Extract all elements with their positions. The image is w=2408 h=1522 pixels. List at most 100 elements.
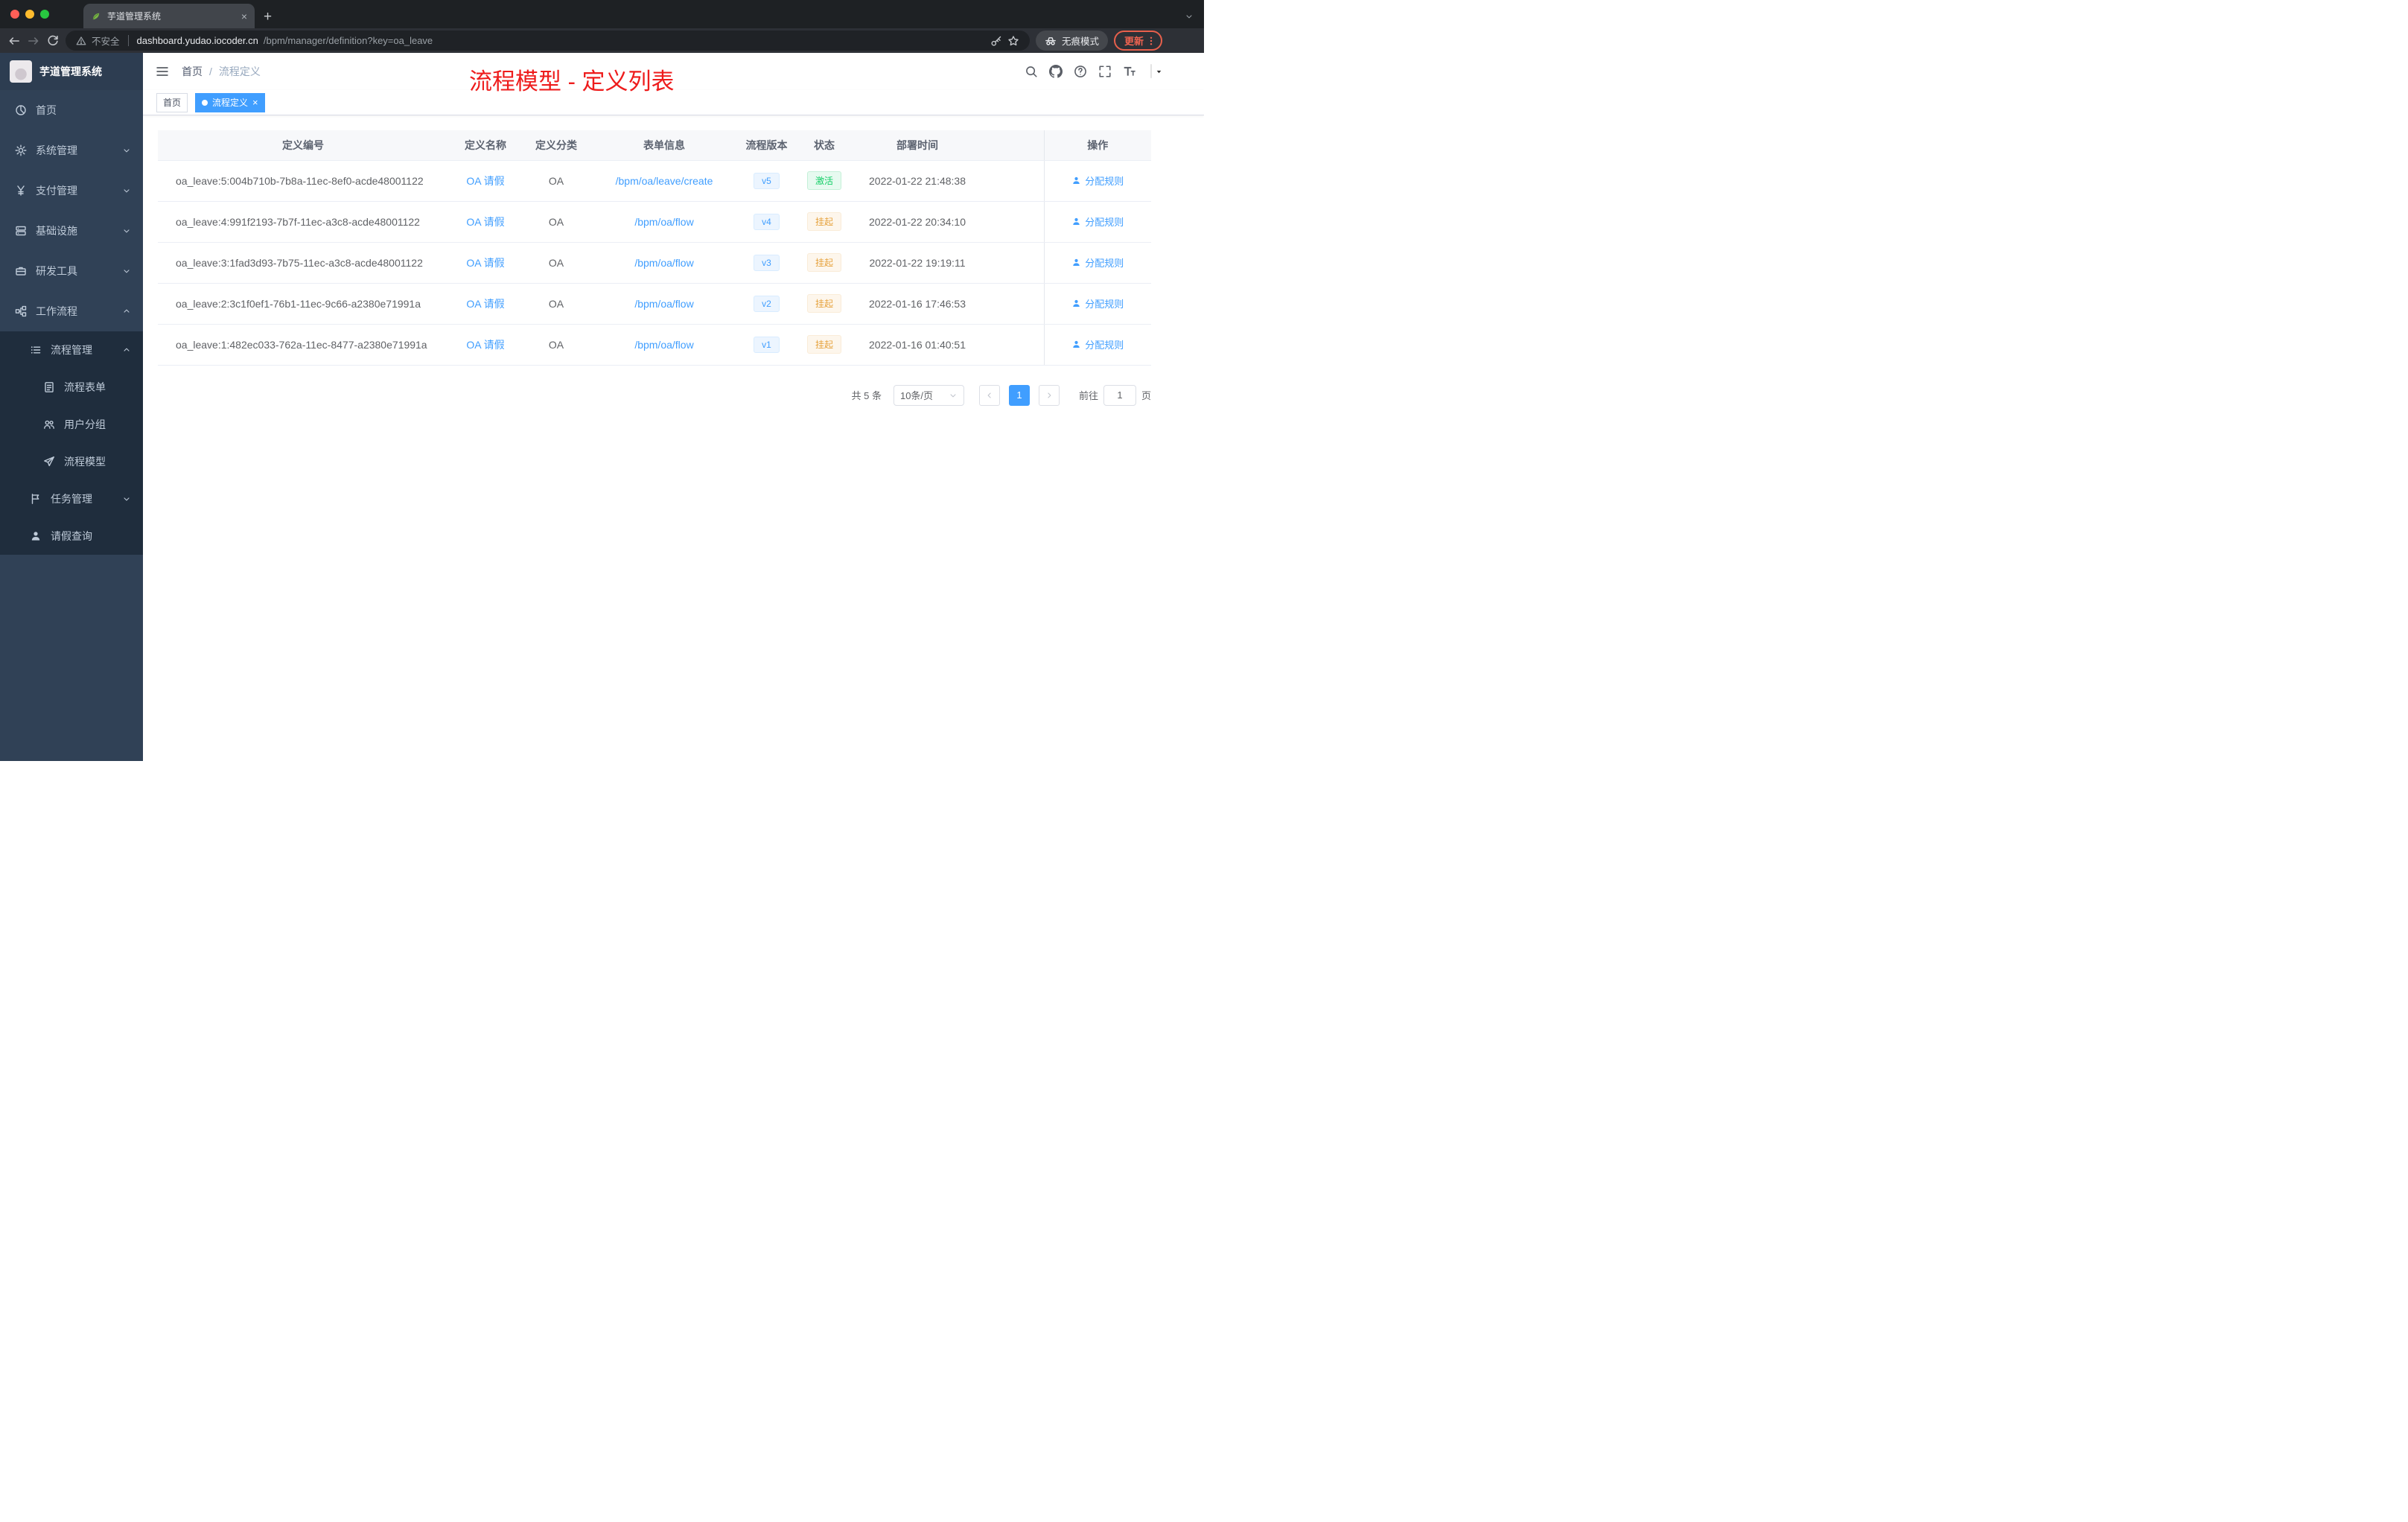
tag-home[interactable]: 首页 bbox=[156, 92, 188, 112]
fullscreen-window-button[interactable] bbox=[40, 10, 49, 19]
pagination: 共 5 条 10条/页 1 前往 页 bbox=[158, 384, 1151, 406]
definition-name-cell: OA 请假 bbox=[448, 242, 523, 284]
form-link[interactable]: /bpm/oa/flow bbox=[634, 298, 693, 310]
status-cell: 挂起 bbox=[794, 201, 854, 243]
sidebar-item[interactable]: 用户分组 bbox=[0, 406, 143, 443]
category-cell: OA bbox=[523, 324, 590, 366]
version-tag: v4 bbox=[754, 213, 780, 230]
omnibox-divider bbox=[127, 35, 129, 46]
select-chevron-down-icon bbox=[949, 391, 958, 400]
question-icon[interactable] bbox=[1074, 65, 1087, 78]
font-size-icon[interactable] bbox=[1123, 65, 1136, 78]
app-logo[interactable]: 芋道管理系统 bbox=[0, 53, 143, 90]
next-page-button[interactable] bbox=[1038, 384, 1060, 406]
definition-name-cell: OA 请假 bbox=[448, 160, 523, 202]
search-icon[interactable] bbox=[1025, 65, 1038, 78]
sidebar-item[interactable]: 请假查询 bbox=[0, 518, 143, 555]
column-header: 状态 bbox=[794, 130, 854, 161]
page-size-select[interactable]: 10条/页 bbox=[893, 384, 964, 406]
deploy-time-cell: 2022-01-16 01:40:51 bbox=[854, 324, 981, 366]
new-tab-button[interactable]: + bbox=[264, 10, 272, 24]
assign-rule-link[interactable]: 分配规则 bbox=[1071, 296, 1124, 311]
user-icon bbox=[1071, 299, 1081, 308]
breadcrumb-separator: / bbox=[209, 66, 212, 77]
definition-name-link[interactable]: OA 请假 bbox=[466, 175, 504, 187]
column-header: 部署时间 bbox=[854, 130, 981, 161]
incognito-badge: 无痕模式 bbox=[1035, 31, 1108, 51]
prev-page-button[interactable] bbox=[978, 384, 1000, 406]
sidebar-item[interactable]: 流程管理 bbox=[0, 331, 143, 369]
tag-close-icon[interactable]: × bbox=[252, 98, 258, 107]
definition-id-cell: oa_leave:2:3c1f0ef1-76b1-11ec-9c66-a2380… bbox=[158, 283, 448, 325]
version-cell: v2 bbox=[739, 283, 794, 325]
user-icon bbox=[30, 530, 42, 542]
dashboard-icon bbox=[15, 104, 27, 116]
url-path: /bpm/manager/definition?key=oa_leave bbox=[263, 35, 433, 46]
assign-rule-link[interactable]: 分配规则 bbox=[1071, 173, 1124, 188]
sidebar-item[interactable]: 系统管理 bbox=[0, 130, 143, 171]
logo-image bbox=[10, 60, 32, 83]
sidebar-item[interactable]: 流程模型 bbox=[0, 443, 143, 480]
definition-name-link[interactable]: OA 请假 bbox=[466, 298, 504, 310]
reload-icon[interactable] bbox=[46, 34, 60, 48]
breadcrumb-home[interactable]: 首页 bbox=[182, 64, 203, 79]
close-window-button[interactable] bbox=[10, 10, 19, 19]
back-icon[interactable] bbox=[7, 34, 21, 48]
goto-page-input[interactable] bbox=[1103, 384, 1136, 406]
version-cell: v3 bbox=[739, 242, 794, 284]
key-icon[interactable] bbox=[990, 35, 1002, 47]
url-host: dashboard.yudao.iocoder.cn bbox=[136, 35, 258, 46]
form-link[interactable]: /bpm/oa/flow bbox=[634, 216, 693, 228]
form-link[interactable]: /bpm/oa/flow bbox=[634, 339, 693, 351]
user-avatar[interactable] bbox=[1150, 64, 1162, 78]
assign-rule-link[interactable]: 分配规则 bbox=[1071, 255, 1124, 270]
forward-icon[interactable] bbox=[27, 34, 40, 48]
update-button[interactable]: 更新 bbox=[1113, 31, 1162, 51]
tag-process-definition[interactable]: 流程定义 × bbox=[195, 92, 265, 112]
chevron-up-icon bbox=[122, 307, 131, 316]
column-header: 流程版本 bbox=[739, 130, 794, 161]
column-header: 操作 bbox=[1044, 130, 1151, 161]
sidebar-item[interactable]: 流程表单 bbox=[0, 369, 143, 406]
star-icon[interactable] bbox=[1007, 35, 1019, 47]
assign-rule-link[interactable]: 分配规则 bbox=[1071, 214, 1124, 229]
sidebar-item[interactable]: 研发工具 bbox=[0, 251, 143, 291]
favicon-leaf-icon bbox=[91, 11, 101, 22]
sidebar-item[interactable]: 支付管理 bbox=[0, 171, 143, 211]
fullscreen-icon[interactable] bbox=[1098, 65, 1112, 78]
column-spacer bbox=[981, 130, 1045, 161]
tab-close-icon[interactable]: × bbox=[241, 11, 247, 22]
status-tag: 激活 bbox=[806, 171, 841, 190]
sidebar-item[interactable]: 任务管理 bbox=[0, 480, 143, 518]
minimize-window-button[interactable] bbox=[25, 10, 34, 19]
form-link[interactable]: /bpm/oa/flow bbox=[634, 257, 693, 269]
page-size-value: 10条/页 bbox=[899, 390, 934, 401]
avatar bbox=[1150, 64, 1152, 78]
browser-tab[interactable]: 芋道管理系统 × bbox=[83, 4, 255, 28]
definition-name-link[interactable]: OA 请假 bbox=[466, 216, 504, 228]
assign-rule-link[interactable]: 分配规则 bbox=[1071, 337, 1124, 351]
chevron-down-icon bbox=[122, 186, 131, 195]
github-icon[interactable] bbox=[1049, 65, 1063, 78]
gear-icon bbox=[15, 144, 27, 156]
hamburger-icon[interactable] bbox=[155, 64, 170, 79]
current-page-button[interactable]: 1 bbox=[1008, 384, 1030, 406]
sidebar-item-label: 用户分组 bbox=[64, 418, 106, 430]
table-header-row: 定义编号 定义名称 定义分类 表单信息 流程版本 状态 部署时间 操作 bbox=[158, 130, 1151, 161]
form-cell: /bpm/oa/flow bbox=[590, 324, 739, 366]
version-cell: v5 bbox=[739, 160, 794, 202]
sidebar-item[interactable]: 基础设施 bbox=[0, 211, 143, 251]
definition-name-link[interactable]: OA 请假 bbox=[466, 339, 504, 351]
definition-name-link[interactable]: OA 请假 bbox=[466, 257, 504, 269]
incognito-icon bbox=[1045, 35, 1057, 47]
sidebar-item-label: 流程模型 bbox=[64, 456, 106, 468]
address-bar[interactable]: 不安全 dashboard.yudao.iocoder.cn/bpm/manag… bbox=[66, 31, 1030, 51]
tab-search-chevron-icon[interactable] bbox=[1185, 12, 1194, 21]
kebab-menu-icon[interactable] bbox=[1146, 36, 1156, 46]
sidebar-item[interactable]: 首页 bbox=[0, 90, 143, 130]
definition-id-cell: oa_leave:4:991f2193-7b7f-11ec-a3c8-acde4… bbox=[158, 201, 448, 243]
form-link[interactable]: /bpm/oa/leave/create bbox=[616, 175, 713, 187]
sidebar-item[interactable]: 工作流程 bbox=[0, 291, 143, 331]
sidebar-item-label: 支付管理 bbox=[36, 185, 77, 197]
chevron-left-icon bbox=[985, 391, 994, 400]
